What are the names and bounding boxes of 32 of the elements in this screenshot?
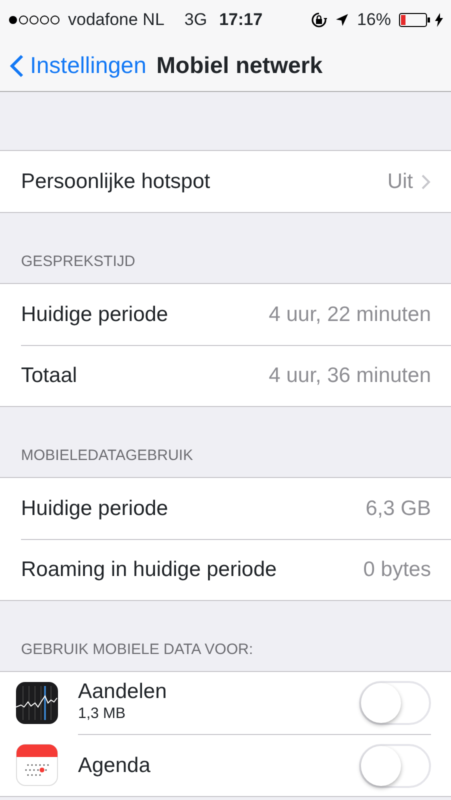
app-name: Agenda — [78, 754, 150, 778]
row-value: 0 bytes — [363, 557, 431, 584]
row-value: Uit — [387, 168, 413, 195]
back-button[interactable]: Instellingen — [0, 48, 146, 83]
back-chevron-icon — [10, 54, 24, 78]
network-type: 3G — [184, 9, 208, 32]
battery-icon — [399, 13, 431, 27]
row-value: 4 uur, 36 minuten — [268, 363, 431, 390]
row-label: Totaal — [21, 363, 78, 390]
stocks-app-icon — [16, 682, 58, 724]
section-header: MOBIELEDATAGEBRUIK — [20, 446, 194, 466]
location-arrow-icon — [334, 13, 349, 27]
row-label: Persoonlijke hotspot — [21, 168, 210, 195]
charging-bolt-icon — [435, 13, 443, 27]
calendar-app-icon — [16, 744, 58, 786]
rotation-lock-icon — [310, 12, 327, 28]
page-title: Mobiel netwerk — [156, 51, 323, 80]
section-header: GEBRUIK MOBIELE DATA VOOR: — [20, 640, 254, 660]
clock-time: 17:17 — [219, 9, 263, 32]
row-label: Roaming in huidige periode — [21, 557, 277, 584]
carrier-name: vodafone NL — [68, 9, 164, 32]
row-value: 4 uur, 22 minuten — [268, 302, 431, 328]
row-value: 6,3 GB — [366, 496, 431, 522]
app-data-usage: 1,3 MB — [78, 704, 127, 724]
section-header: GESPREKSTIJD — [20, 252, 136, 272]
battery-percentage: 16% — [356, 9, 391, 32]
app-name: Aandelen — [78, 680, 167, 704]
toggle-switch[interactable] — [359, 681, 431, 725]
row-label: Huidige periode — [21, 302, 168, 328]
toggle-switch[interactable] — [359, 744, 431, 788]
signal-icon — [8, 15, 60, 25]
row-label: Huidige periode — [21, 496, 168, 522]
